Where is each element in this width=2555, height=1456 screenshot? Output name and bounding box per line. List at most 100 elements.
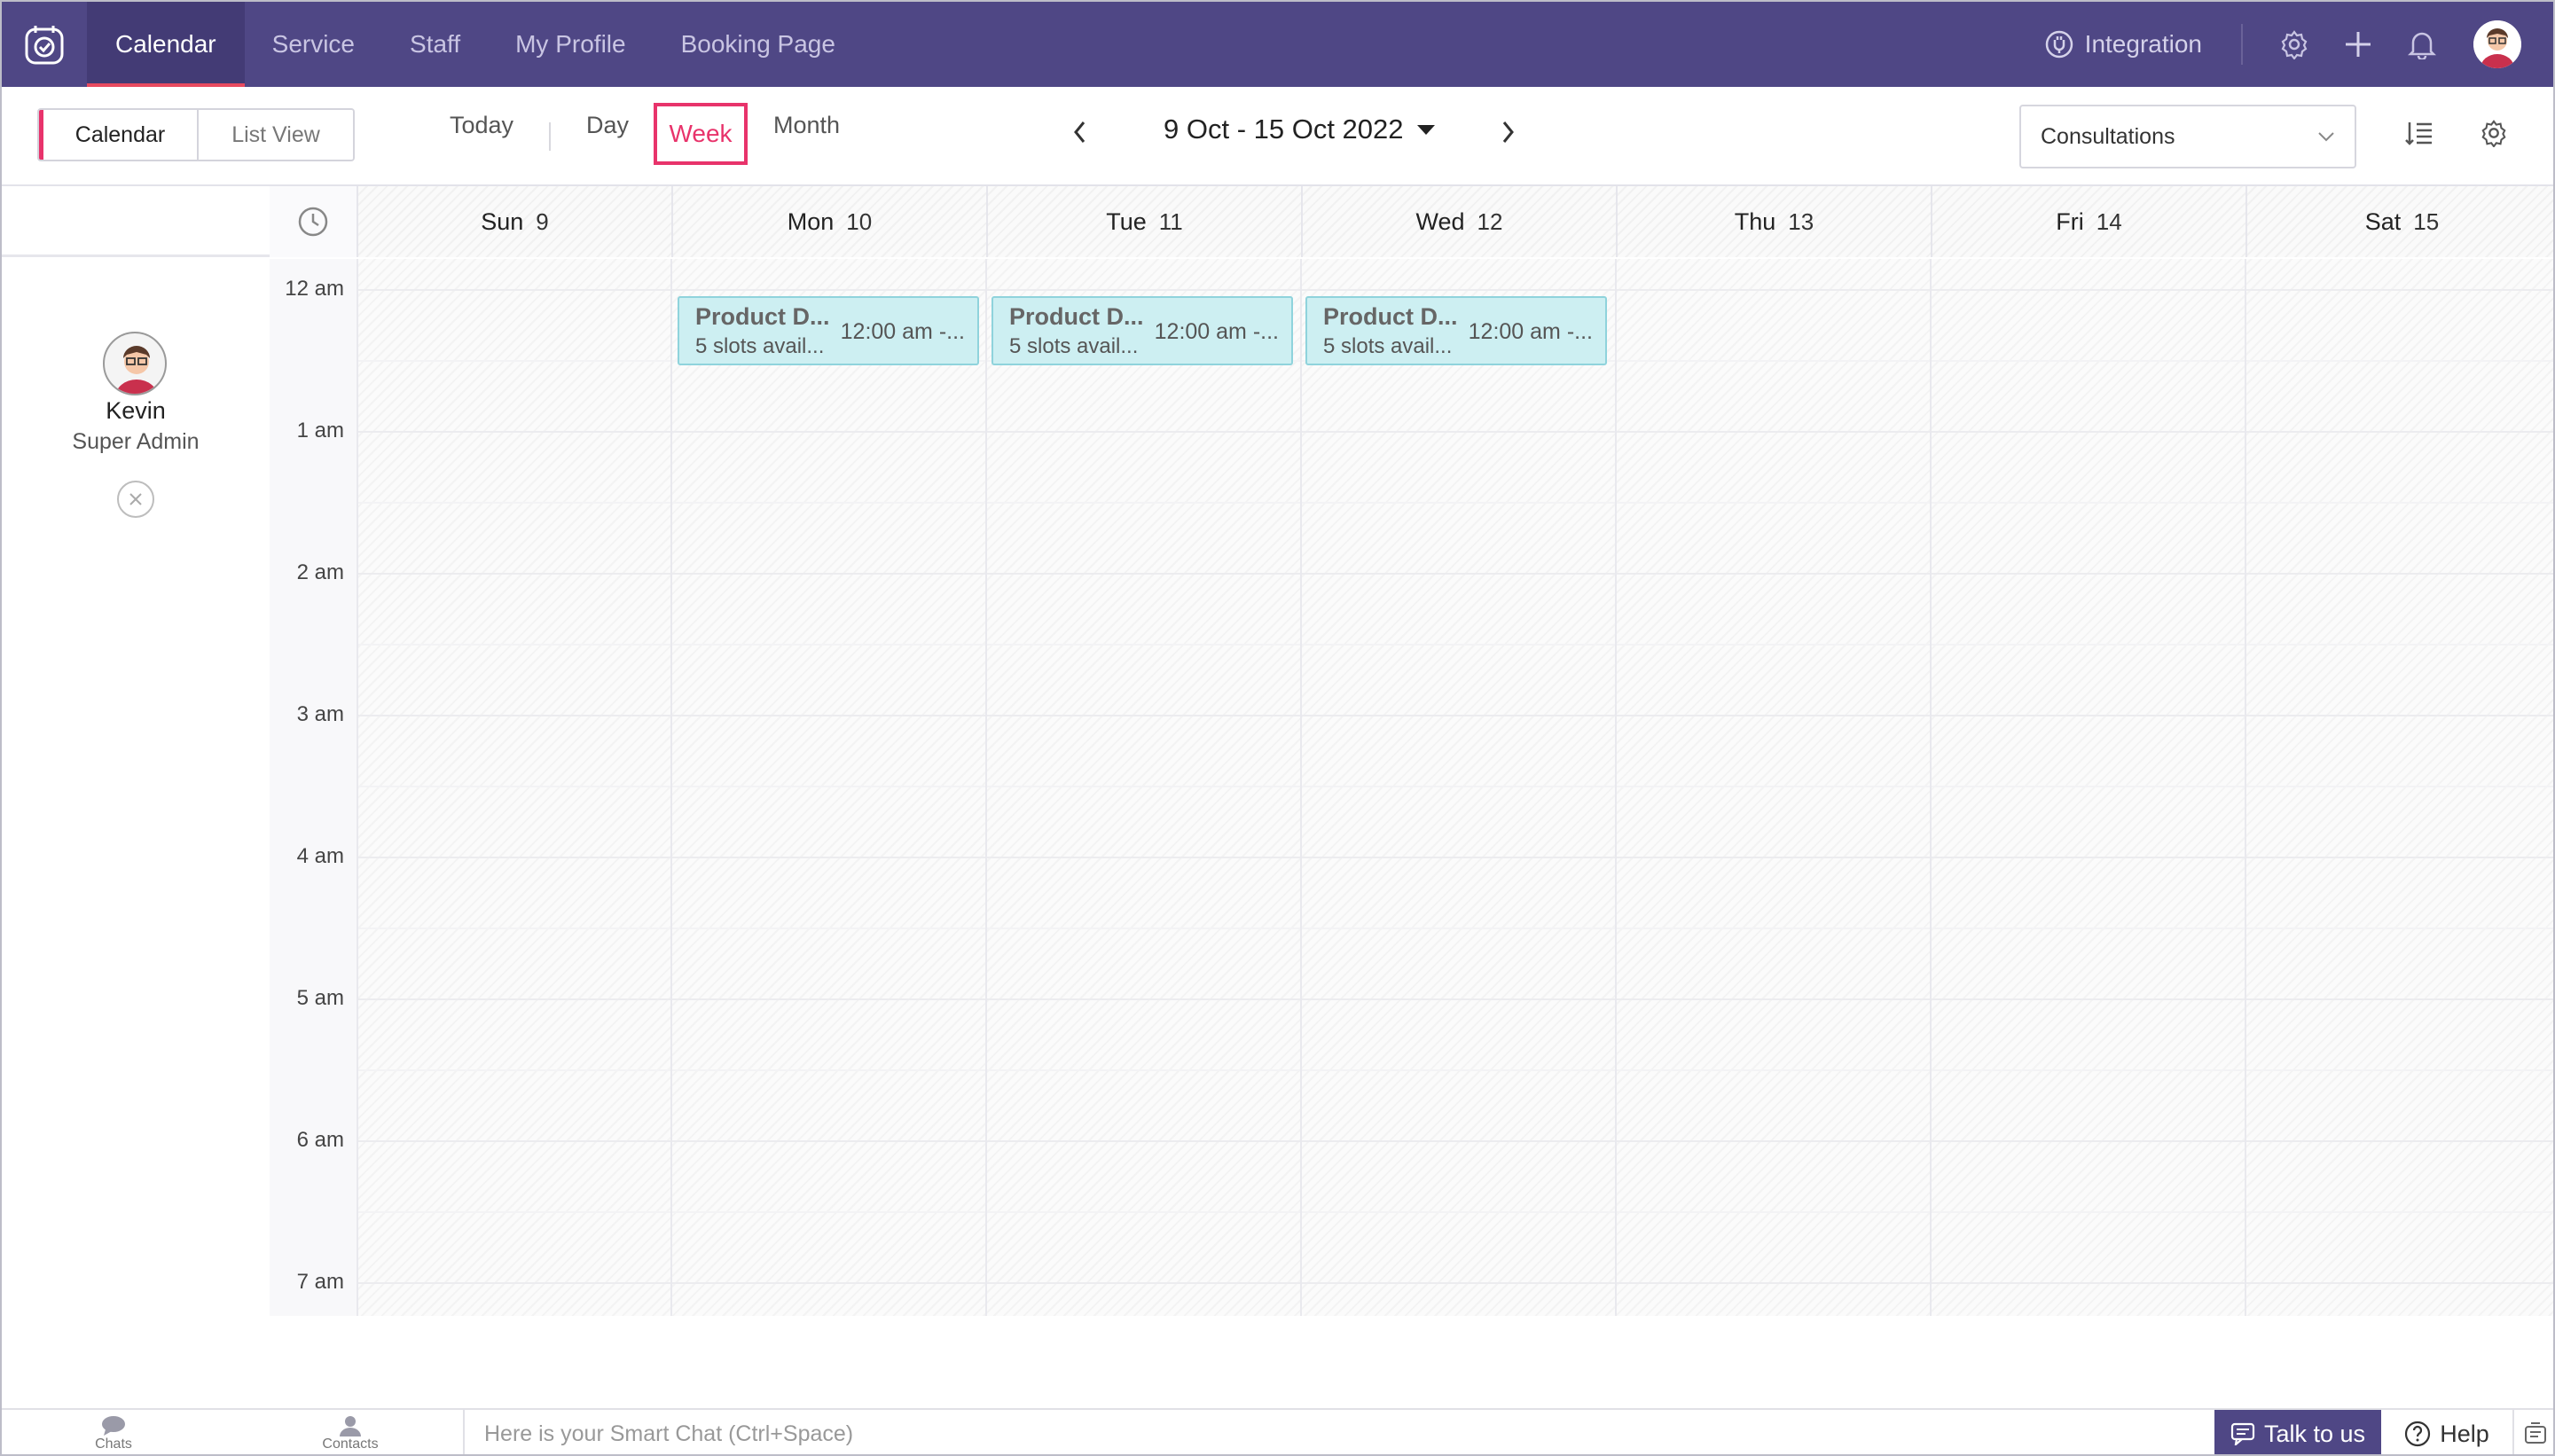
previous-week-icon[interactable]: [1071, 117, 1089, 152]
event-card-wed[interactable]: Product D... 5 slots avail... 12:00 am -…: [1305, 296, 1607, 365]
day-number: 14: [2096, 207, 2122, 235]
sort-list-icon[interactable]: [2405, 119, 2434, 152]
day-name: Fri: [2056, 207, 2084, 235]
week-header: Sun 9 Mon 10 Tue 11 Wed 12 Thu 13 Fri 14…: [2, 186, 2553, 257]
day-name: Sun: [481, 207, 524, 235]
day-number: 11: [1158, 207, 1183, 235]
day-divider: [1615, 259, 1617, 1316]
chat-bubble-icon: [102, 1416, 125, 1436]
hour-line: [357, 573, 2553, 575]
time-column: 12 am 1 am 2 am 3 am 4 am 5 am 6 am 7 am: [270, 259, 357, 1316]
day-divider: [2245, 259, 2246, 1316]
week-grid[interactable]: Product D... 5 slots avail... 12:00 am -…: [357, 259, 2553, 1316]
service-select-value: Consultations: [2041, 123, 2175, 149]
toolbar-divider: [549, 122, 551, 151]
day-header-wed[interactable]: Wed 12: [1301, 186, 1616, 257]
time-label: 1 am: [296, 419, 344, 442]
bell-icon[interactable]: [2390, 29, 2454, 59]
day-number: 9: [536, 207, 549, 235]
day-number: 12: [1477, 207, 1503, 235]
day-divider: [670, 259, 672, 1316]
day-divider: [357, 259, 358, 1316]
day-header-fri[interactable]: Fri 14: [1931, 186, 2245, 257]
half-hour-line: [357, 1211, 2553, 1213]
event-card-mon[interactable]: Product D... 5 slots avail... 12:00 am -…: [678, 296, 979, 365]
next-week-icon[interactable]: [1499, 117, 1517, 152]
staff-avatar[interactable]: [103, 332, 167, 395]
calendar-settings-icon[interactable]: [2480, 119, 2508, 152]
integration-label: Integration: [2084, 30, 2202, 58]
help-button[interactable]: Help: [2381, 1410, 2514, 1454]
list-view-button[interactable]: List View: [197, 110, 353, 160]
caret-down-icon: [1416, 125, 1435, 135]
hour-line: [357, 857, 2553, 858]
day-header-sat[interactable]: Sat 15: [2245, 186, 2553, 257]
nav-right-actions: Integration: [2044, 2, 2553, 87]
nav-tab-my-profile[interactable]: My Profile: [488, 2, 653, 87]
nav-tab-service[interactable]: Service: [245, 2, 382, 87]
add-icon[interactable]: [2326, 29, 2390, 59]
nav-tab-staff[interactable]: Staff: [382, 2, 488, 87]
day-name: Wed: [1415, 207, 1465, 235]
day-divider: [985, 259, 987, 1316]
help-icon: [2405, 1421, 2431, 1447]
staff-name: Kevin: [106, 397, 166, 424]
time-label: 3 am: [296, 702, 344, 726]
day-header-thu[interactable]: Thu 13: [1616, 186, 1931, 257]
day-divider: [1300, 259, 1302, 1316]
nav-tab-calendar[interactable]: Calendar: [87, 2, 245, 87]
event-time: 12:00 am -...: [1154, 319, 1279, 344]
month-view-button[interactable]: Month: [773, 112, 840, 139]
message-icon: [2230, 1422, 2255, 1445]
hour-line: [357, 715, 2553, 716]
contacts-icon: [340, 1416, 361, 1436]
day-number: 15: [2413, 207, 2440, 235]
half-hour-line: [357, 644, 2553, 646]
feedback-icon[interactable]: [2514, 1410, 2553, 1454]
user-avatar[interactable]: [2473, 20, 2521, 68]
half-hour-line: [357, 928, 2553, 929]
time-label: 2 am: [296, 560, 344, 584]
event-time: 12:00 am -...: [1468, 319, 1593, 344]
day-header-mon[interactable]: Mon 10: [671, 186, 986, 257]
settings-icon[interactable]: [2262, 29, 2326, 59]
staff-column: Kevin Super Admin: [2, 259, 270, 1316]
event-time: 12:00 am -...: [840, 319, 965, 344]
contacts-button[interactable]: Contacts: [297, 1415, 404, 1452]
day-divider: [1930, 259, 1932, 1316]
talk-to-us-button[interactable]: Talk to us: [2214, 1410, 2381, 1454]
event-card-tue[interactable]: Product D... 5 slots avail... 12:00 am -…: [991, 296, 1293, 365]
date-range-picker[interactable]: 9 Oct - 15 Oct 2022: [1164, 114, 1436, 145]
time-label: 5 am: [296, 986, 344, 1010]
today-button[interactable]: Today: [450, 112, 513, 139]
chats-label: Chats: [95, 1436, 132, 1452]
smart-chat-input[interactable]: Here is your Smart Chat (Ctrl+Space): [463, 1410, 2214, 1454]
hour-line: [357, 289, 2553, 291]
time-label: 12 am: [285, 277, 344, 301]
app-logo-icon[interactable]: [2, 2, 87, 87]
day-number: 10: [846, 207, 873, 235]
service-select[interactable]: Consultations: [2019, 105, 2356, 168]
time-label: 6 am: [296, 1128, 344, 1152]
top-navigation: Calendar Service Staff My Profile Bookin…: [2, 2, 2553, 87]
time-label: 7 am: [296, 1270, 344, 1294]
talk-to-us-label: Talk to us: [2263, 1420, 2366, 1447]
calendar-view-button[interactable]: Calendar: [39, 110, 197, 160]
view-mode-toggle: Calendar List View: [37, 108, 355, 161]
integration-button[interactable]: Integration: [2044, 24, 2243, 65]
half-hour-line: [357, 1069, 2553, 1071]
week-view-button[interactable]: Week: [654, 103, 748, 165]
day-name: Sat: [2364, 207, 2402, 235]
day-header-tue[interactable]: Tue 11: [986, 186, 1301, 257]
half-hour-line: [357, 502, 2553, 504]
timezone-clock-icon[interactable]: [270, 186, 357, 257]
hour-line: [357, 1140, 2553, 1142]
remove-staff-icon[interactable]: [117, 481, 154, 518]
day-view-button[interactable]: Day: [586, 112, 629, 139]
calendar-toolbar: Calendar List View Today Day Week Month …: [2, 87, 2553, 186]
day-header-sun[interactable]: Sun 9: [357, 186, 671, 257]
nav-tab-booking-page[interactable]: Booking Page: [654, 2, 863, 87]
chats-button[interactable]: Chats: [60, 1415, 167, 1452]
day-name: Thu: [1734, 207, 1776, 235]
chevron-down-icon: [2318, 132, 2334, 142]
